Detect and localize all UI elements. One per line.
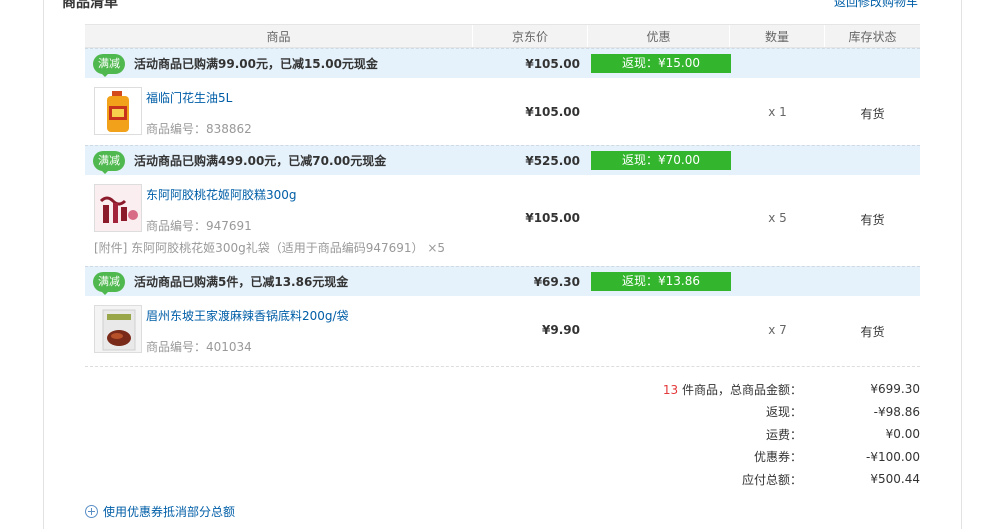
table-row: 东阿阿胶桃花姬阿胶糕300g 商品编号：947691 ¥105.00 x 5 有… [85, 175, 920, 266]
shipping-label: 运费： [765, 427, 802, 442]
table-row: 眉州东坡王家渡麻辣香锅底料200g/袋 商品编号：401034 ¥9.90 x … [85, 296, 920, 363]
payable-value: ¥500.44 [870, 472, 920, 487]
promo-badge: 满减 [93, 271, 125, 295]
promo-row: 满减 活动商品已购满5件，已减13.86元现金 ¥69.30 返现：¥13.86 [85, 266, 920, 296]
promo-text: 活动商品已购满99.00元，已减15.00元现金 [134, 57, 378, 71]
product-price: ¥105.00 [525, 105, 580, 119]
promo-badge: 满减 [93, 53, 125, 77]
shipping-value: ¥0.00 [885, 427, 920, 442]
promo-row: 满减 活动商品已购满499.00元，已减70.00元现金 ¥525.00 返现：… [85, 145, 920, 175]
product-name-link[interactable]: 福临门花生油5L [146, 89, 232, 106]
product-price: ¥9.90 [542, 323, 580, 337]
promo-price: ¥69.30 [533, 274, 580, 289]
order-summary: 13 件商品，总商品金额： ¥699.30 返现： -¥98.86 运费： ¥0… [600, 378, 920, 491]
promo-row: 满减 活动商品已购满99.00元，已减15.00元现金 ¥105.00 返现：¥… [85, 48, 920, 78]
goods-table: 商品 京东价 优惠 数量 库存状态 满减 活动商品已购满99.00元，已减15.… [85, 24, 920, 363]
summary-shipping: 运费： ¥0.00 [600, 423, 920, 446]
summary-payable: 应付总额： ¥500.44 [600, 468, 920, 491]
product-price: ¥105.00 [525, 211, 580, 225]
product-sku: 商品编号：947691 [146, 219, 252, 233]
rebate-tag: 返现：¥13.86 [591, 272, 731, 291]
stock-status: 有货 [860, 213, 885, 227]
table-header: 商品 京东价 优惠 数量 库存状态 [85, 24, 920, 48]
stock-status: 有货 [860, 325, 885, 339]
col-promo: 优惠 [588, 25, 730, 47]
goods-total-label: 件商品，总商品金额： [678, 382, 802, 397]
accessory-note: [附件] 东阿阿胶桃花姬300g礼袋（适用于商品编码947691） ×5 [94, 241, 446, 255]
product-image[interactable] [94, 184, 142, 232]
summary-rebate: 返现： -¥98.86 [600, 401, 920, 424]
promo-badge: 满减 [93, 150, 125, 174]
divider [85, 366, 920, 367]
product-name-link[interactable]: 东阿阿胶桃花姬阿胶糕300g [146, 186, 297, 203]
product-image[interactable] [94, 305, 142, 353]
product-sku: 商品编号：838862 [146, 122, 252, 136]
rebate-value: -¥98.86 [873, 404, 920, 419]
promo-text: 活动商品已购满5件，已减13.86元现金 [134, 275, 349, 289]
promo-text: 活动商品已购满499.00元，已减70.00元现金 [134, 154, 387, 168]
table-row: 福临门花生油5L 商品编号：838862 ¥105.00 x 1 有货 [85, 78, 920, 145]
col-qty: 数量 [730, 25, 825, 47]
stock-status: 有货 [860, 107, 885, 121]
goods-total-value: ¥699.30 [870, 382, 920, 397]
payable-label: 应付总额： [741, 472, 802, 487]
product-name-link[interactable]: 眉州东坡王家渡麻辣香锅底料200g/袋 [146, 307, 349, 324]
product-qty: x 5 [768, 211, 787, 225]
summary-coupon: 优惠券： -¥100.00 [600, 446, 920, 469]
item-count: 13 [662, 382, 679, 397]
use-coupon-link[interactable]: 使用优惠券抵消部分总额 [85, 503, 235, 520]
promo-price: ¥525.00 [525, 153, 580, 168]
section-title: 商品清单 [62, 0, 118, 11]
product-image[interactable] [94, 87, 142, 135]
rebate-tag: 返现：¥15.00 [591, 54, 731, 73]
product-qty: x 7 [768, 323, 787, 337]
rebate-tag: 返现：¥70.00 [591, 151, 731, 170]
product-sku: 商品编号：401034 [146, 340, 252, 354]
summary-goods-total: 13 件商品，总商品金额： ¥699.30 [600, 378, 920, 401]
rebate-label: 返现： [765, 405, 802, 420]
back-to-cart-link[interactable]: 返回修改购物车 [834, 0, 918, 10]
product-qty: x 1 [768, 105, 787, 119]
promo-price: ¥105.00 [525, 56, 580, 71]
coupon-label: 优惠券： [753, 450, 802, 465]
col-goods: 商品 [85, 25, 473, 47]
col-price: 京东价 [473, 25, 588, 47]
plus-circle-icon [85, 505, 98, 518]
col-stock: 库存状态 [848, 29, 897, 44]
use-coupon-label: 使用优惠券抵消部分总额 [103, 505, 236, 519]
coupon-value: -¥100.00 [866, 449, 920, 464]
